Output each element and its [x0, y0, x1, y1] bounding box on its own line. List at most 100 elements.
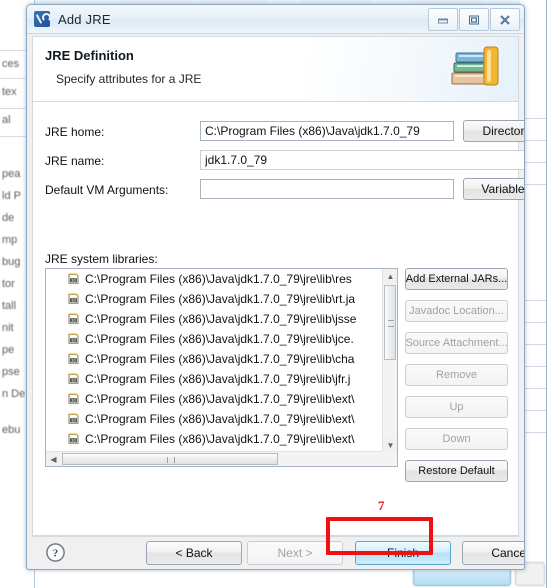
background-tree-item: ces: [2, 58, 20, 70]
down-button: Down: [405, 428, 508, 450]
scroll-left-icon[interactable]: ◀: [46, 452, 61, 466]
svg-text:?: ?: [53, 548, 59, 560]
vm-arguments-input[interactable]: [200, 179, 454, 199]
vm-arguments-row: Default VM Arguments: Variables...: [33, 178, 524, 201]
add-external-jars-button[interactable]: Add External JARs...: [405, 268, 508, 290]
list-item[interactable]: 10 C:\Program Files (x86)\Java\jdk1.7.0_7…: [46, 369, 382, 389]
jre-system-libraries-label: JRE system libraries:: [45, 252, 158, 266]
list-item[interactable]: 10 C:\Program Files (x86)\Java\jdk1.7.0_7…: [46, 349, 382, 369]
jre-name-input[interactable]: [200, 150, 524, 170]
library-items: 10 C:\Program Files (x86)\Java\jdk1.7.0_7…: [46, 269, 382, 466]
list-item[interactable]: 10 C:\Program Files (x86)\Java\jdk1.7.0_7…: [46, 329, 382, 349]
background-tree-item: ebu: [2, 424, 21, 436]
jre-system-libraries-list[interactable]: 10 C:\Program Files (x86)\Java\jdk1.7.0_7…: [45, 268, 398, 467]
javadoc-location-button: Javadoc Location...: [405, 300, 508, 322]
vertical-scrollbar[interactable]: ▲ ▼: [382, 269, 397, 453]
list-item[interactable]: 10 C:\Program Files (x86)\Java\jdk1.7.0_7…: [46, 289, 382, 309]
annotation-step-number: 7: [378, 498, 385, 513]
background-tree-item: tall: [2, 300, 17, 312]
jre-name-label: JRE name:: [45, 154, 105, 168]
horizontal-scrollbar[interactable]: ◀ ▶: [46, 451, 397, 466]
restore-default-button[interactable]: Restore Default: [405, 460, 508, 482]
svg-text:10: 10: [71, 417, 76, 422]
list-item[interactable]: 10 C:\Program Files (x86)\Java\jdk1.7.0_7…: [46, 429, 382, 449]
svg-text:10: 10: [71, 277, 76, 282]
jar-icon: 10: [66, 391, 85, 408]
jar-icon: 10: [66, 351, 85, 368]
background-tree-item: al: [2, 114, 11, 126]
jre-wrench-icon: [34, 11, 51, 27]
variables-button[interactable]: Variables...: [463, 178, 524, 200]
svg-text:10: 10: [71, 337, 76, 342]
list-item-label: C:\Program Files (x86)\Java\jdk1.7.0_79\…: [85, 372, 351, 386]
library-action-buttons: Add External JARs... Javadoc Location... S…: [405, 268, 508, 492]
background-tree-item: n De: [2, 388, 26, 400]
horizontal-scrollbar-thumb[interactable]: [62, 453, 278, 465]
jar-icon: 10: [66, 311, 85, 328]
background-tree-item: de: [2, 212, 15, 224]
svg-text:10: 10: [71, 397, 76, 402]
vm-arguments-label: Default VM Arguments:: [45, 183, 169, 197]
dialog-title: Add JRE: [58, 11, 111, 27]
background-tree-item: pea: [2, 168, 21, 180]
dialog-footer: ? < Back Next > Finish Cancel: [32, 536, 524, 568]
minimize-icon[interactable]: [428, 8, 458, 31]
directory-button[interactable]: Directory...: [463, 120, 524, 142]
help-icon[interactable]: ?: [45, 542, 66, 563]
list-item[interactable]: 10 C:\Program Files (x86)\Java\jdk1.7.0_7…: [46, 269, 382, 289]
list-item-label: C:\Program Files (x86)\Java\jdk1.7.0_79\…: [85, 412, 355, 426]
background-tree-item: tex: [2, 86, 17, 98]
list-item[interactable]: 10 C:\Program Files (x86)\Java\jdk1.7.0_7…: [46, 309, 382, 329]
list-item-label: C:\Program Files (x86)\Java\jdk1.7.0_79\…: [85, 432, 355, 446]
list-item-label: C:\Program Files (x86)\Java\jdk1.7.0_79\…: [85, 312, 357, 326]
up-button: Up: [405, 396, 508, 418]
svg-text:10: 10: [71, 297, 76, 302]
add-jre-dialog: Add JRE JRE Definition Specify attribute…: [26, 4, 525, 570]
list-item[interactable]: 10 C:\Program Files (x86)\Java\jdk1.7.0_7…: [46, 389, 382, 409]
scrollbar-corner: [382, 451, 397, 466]
source-attachment-button: Source Attachment...: [405, 332, 508, 354]
background-tree-item: bug: [2, 256, 21, 268]
cancel-button[interactable]: Cancel: [462, 541, 524, 565]
list-item-label: C:\Program Files (x86)\Java\jdk1.7.0_79\…: [85, 332, 354, 346]
jar-icon: 10: [66, 431, 85, 448]
back-button[interactable]: < Back: [146, 541, 242, 565]
remove-button: Remove: [405, 364, 508, 386]
list-item-label: C:\Program Files (x86)\Java\jdk1.7.0_79\…: [85, 352, 355, 366]
jre-name-row: JRE name:: [33, 150, 524, 172]
vertical-scrollbar-thumb[interactable]: [384, 285, 396, 360]
close-icon[interactable]: [490, 8, 520, 31]
page-subtitle: Specify attributes for a JRE: [56, 72, 202, 86]
svg-text:10: 10: [71, 377, 76, 382]
dialog-content: JRE Definition Specify attributes for a …: [32, 36, 524, 536]
window-controls: [427, 8, 520, 31]
list-item[interactable]: 10 C:\Program Files (x86)\Java\jdk1.7.0_7…: [46, 409, 382, 429]
jar-icon: 10: [66, 331, 85, 348]
background-tree-item: nit: [2, 322, 14, 334]
svg-text:10: 10: [71, 437, 76, 442]
background-tree-item: pse: [2, 366, 20, 378]
jar-icon: 10: [66, 271, 85, 288]
jar-icon: 10: [66, 371, 85, 388]
list-item-label: C:\Program Files (x86)\Java\jdk1.7.0_79\…: [85, 392, 355, 406]
page-title: JRE Definition: [45, 48, 134, 63]
list-item-label: C:\Program Files (x86)\Java\jdk1.7.0_79\…: [85, 292, 356, 306]
jre-home-row: JRE home: Directory...: [33, 120, 524, 143]
jre-home-label: JRE home:: [45, 125, 105, 139]
books-icon: [451, 46, 499, 86]
background-tree-item: mp: [2, 234, 18, 246]
next-button: Next >: [247, 541, 343, 565]
finish-button[interactable]: Finish: [355, 541, 451, 565]
jar-icon: 10: [66, 411, 85, 428]
svg-text:10: 10: [71, 357, 76, 362]
jar-icon: 10: [66, 291, 85, 308]
maximize-icon[interactable]: [459, 8, 489, 31]
dialog-header: JRE Definition Specify attributes for a …: [33, 37, 518, 102]
jre-home-input[interactable]: [200, 121, 454, 141]
background-tree-item: pe: [2, 344, 15, 356]
dialog-title-bar[interactable]: Add JRE: [27, 5, 524, 34]
scroll-up-icon[interactable]: ▲: [383, 269, 397, 284]
svg-text:10: 10: [71, 317, 76, 322]
list-item-label: C:\Program Files (x86)\Java\jdk1.7.0_79\…: [85, 272, 352, 286]
background-tree-item: ld P: [2, 190, 21, 202]
